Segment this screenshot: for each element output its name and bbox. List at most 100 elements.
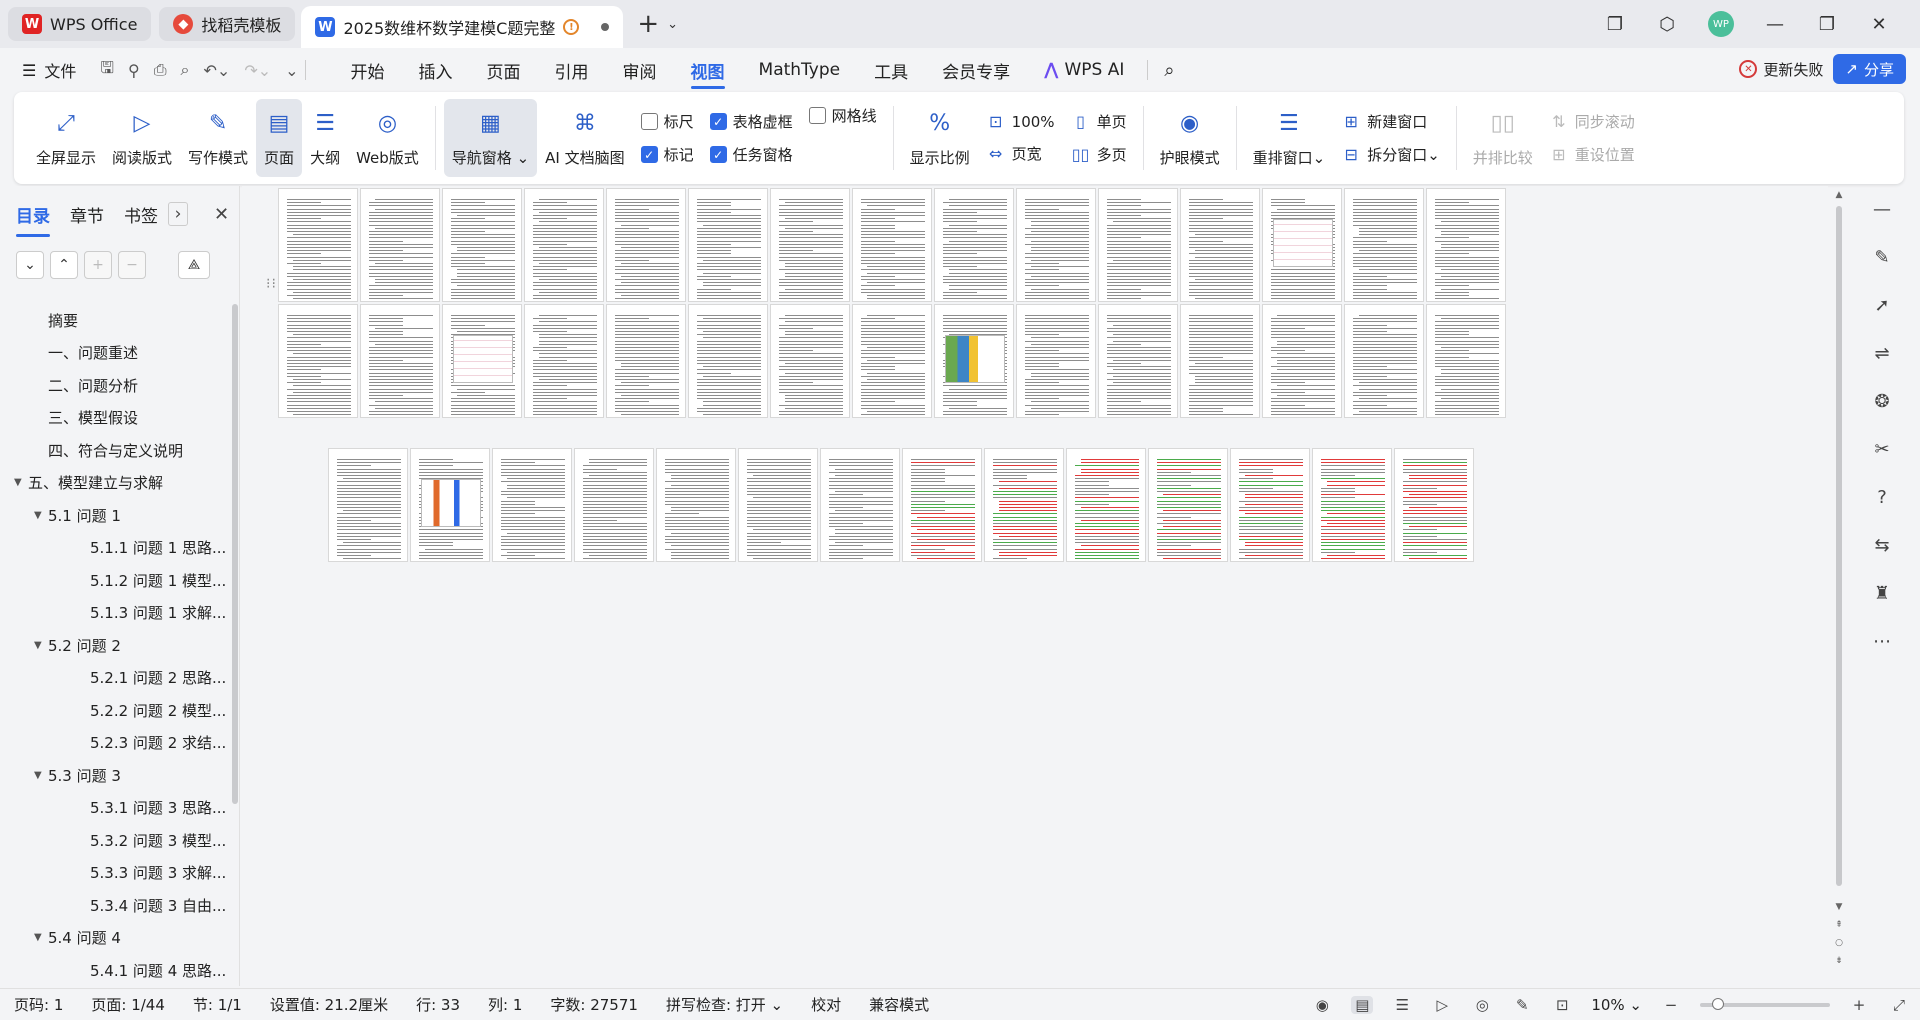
save-icon[interactable]: 🖫	[100, 57, 114, 84]
caret-down-icon[interactable]: ▼	[34, 510, 48, 521]
status-page-count[interactable]: 页面: 1/44	[77, 994, 179, 1015]
gridlines-checkbox[interactable]: 网格线	[808, 105, 877, 126]
page-thumbnail[interactable]	[1180, 304, 1260, 418]
page-thumbnail[interactable]	[688, 304, 768, 418]
fit-page-icon[interactable]: ⊡	[1551, 996, 1573, 1014]
toc-item[interactable]: 5.3.4 问题 3 自由...	[0, 889, 234, 922]
menu-tab[interactable]: 视图	[674, 48, 742, 92]
toc-item[interactable]: 三、模型假设	[0, 402, 234, 435]
page-thumbnail[interactable]	[1016, 304, 1096, 418]
scroll-thumb[interactable]	[1836, 206, 1842, 886]
page-thumbnail[interactable]	[278, 188, 358, 302]
drag-handle-icon[interactable]: ⁝⁝	[266, 277, 278, 291]
search-icon[interactable]: ⌕	[1164, 60, 1174, 81]
toc-item[interactable]: 5.3.2 问题 3 模型...	[0, 824, 234, 857]
page-thumbnail[interactable]	[1394, 448, 1474, 562]
toc-item[interactable]: 5.4.1 问题 4 思路...	[0, 954, 234, 987]
minimize-icon[interactable]: —	[1764, 14, 1786, 35]
page-thumbnail[interactable]	[410, 448, 490, 562]
page-thumbnail[interactable]	[328, 448, 408, 562]
menu-tab[interactable]: 引用	[538, 48, 606, 92]
share-button[interactable]: ↗ 分享	[1833, 54, 1906, 84]
page-thumbnail[interactable]	[738, 448, 818, 562]
menu-tab[interactable]: 页面	[470, 48, 538, 92]
edit-pen-icon[interactable]: ✎	[1869, 244, 1895, 270]
page-thumbnail[interactable]	[902, 448, 982, 562]
menu-tab[interactable]: 工具	[857, 48, 925, 92]
page-thumbnail[interactable]	[1066, 448, 1146, 562]
status-page-number[interactable]: 页码: 1	[0, 994, 77, 1015]
chevron-down-icon[interactable]: ⌄	[667, 17, 678, 32]
file-menu[interactable]: ☰ 文件	[22, 58, 76, 82]
toc-item[interactable]: 5.3.1 问题 3 思路...	[0, 792, 234, 825]
warning-icon[interactable]: !	[563, 19, 580, 35]
toc-item[interactable]: ▼ 5.1 问题 1	[0, 499, 234, 532]
tab-daoke-templates[interactable]: ◆ 找稻壳模板	[159, 7, 296, 41]
status-row[interactable]: 行: 33	[402, 994, 474, 1015]
collapse-up-icon[interactable]: ⌃	[50, 251, 78, 279]
toc-item[interactable]: ▼ 五、模型建立与求解	[0, 467, 234, 500]
caret-down-icon[interactable]: ▼	[34, 770, 48, 781]
page-thumbnail[interactable]	[1098, 304, 1178, 418]
tools-icon[interactable]: ✂	[1869, 436, 1895, 462]
toc-item[interactable]: 摘要	[0, 304, 234, 337]
page-thumbnail[interactable]	[574, 448, 654, 562]
caret-down-icon[interactable]: ▼	[14, 477, 28, 488]
caret-down-icon[interactable]: ▼	[34, 932, 48, 943]
read-mode-button[interactable]: ▷ 阅读版式	[104, 99, 180, 177]
sync-scroll-button[interactable]: ⇅ 同步滚动	[1549, 111, 1635, 132]
single-page-button[interactable]: ▯ 单页	[1071, 111, 1126, 132]
page-thumbnail[interactable]	[934, 188, 1014, 302]
play-icon[interactable]: ▷	[1431, 996, 1453, 1014]
menu-tab[interactable]: MathType	[742, 48, 858, 92]
document-canvas[interactable]: ⁝⁝	[242, 186, 1828, 986]
page-thumbnail[interactable]	[984, 448, 1064, 562]
zoom-100-button[interactable]: ⊡ 100%	[986, 112, 1055, 131]
toc-item[interactable]: 四、符合与定义说明	[0, 434, 234, 467]
add-heading-icon[interactable]: +	[84, 251, 112, 279]
page-view-button[interactable]: ▤ 页面	[256, 99, 303, 177]
print-icon[interactable]: ⎙	[154, 60, 167, 80]
toc-item[interactable]: 二、问题分析	[0, 369, 234, 402]
marks-checkbox[interactable]: ✓ 标记	[640, 144, 694, 165]
page-thumbnail[interactable]	[852, 304, 932, 418]
zoom-slider[interactable]	[1700, 998, 1830, 1010]
page-thumbnail[interactable]	[1312, 448, 1392, 562]
page-thumbnail[interactable]	[1262, 188, 1342, 302]
menu-tab[interactable]: 开始	[334, 48, 402, 92]
page-thumbnail[interactable]	[1344, 188, 1424, 302]
fullscreen-button[interactable]: ⤢ 全屏显示	[28, 99, 104, 177]
ai-mindmap-button[interactable]: ⌘ AI 文档脑图	[537, 99, 632, 177]
prev-page-icon[interactable]: ⇞	[1832, 920, 1846, 930]
status-spell-check[interactable]: 拼写检查: 打开 ⌄	[652, 994, 797, 1015]
page-thumbnail[interactable]	[442, 304, 522, 418]
zoom-value[interactable]: 10% ⌄	[1591, 996, 1642, 1014]
print-preview-icon[interactable]: ⌕	[181, 60, 190, 80]
page-thumbnail[interactable]	[852, 188, 932, 302]
toc-item[interactable]: ▼ 5.3 问题 3	[0, 759, 234, 792]
page-thumbnail[interactable]	[606, 304, 686, 418]
toc-item[interactable]: 5.2.2 问题 2 模型...	[0, 694, 234, 727]
web-status-icon[interactable]: ◎	[1471, 996, 1493, 1014]
toc-item[interactable]: 5.1.3 问题 1 求解...	[0, 597, 234, 630]
page-thumbnail[interactable]	[770, 188, 850, 302]
fullscreen-status-icon[interactable]: ⤢	[1888, 996, 1910, 1014]
web-layout-button[interactable]: ◎ Web版式	[348, 99, 427, 177]
page-thumbnail[interactable]	[770, 304, 850, 418]
page-thumbnail[interactable]	[1148, 448, 1228, 562]
more-chevron-icon[interactable]: ⌄	[285, 61, 298, 80]
zoom-in-icon[interactable]: +	[1848, 996, 1870, 1014]
status-word-count[interactable]: 字数: 27571	[536, 994, 652, 1015]
toc-item[interactable]: 5.2.3 问题 2 求结...	[0, 727, 234, 760]
toc-item[interactable]: 一、问题重述	[0, 337, 234, 370]
smart-toc-icon[interactable]: ⟁	[178, 251, 210, 279]
zoom-out-icon[interactable]: −	[1660, 996, 1682, 1014]
page-thumbnail[interactable]	[1230, 448, 1310, 562]
page-thumbnail[interactable]	[442, 188, 522, 302]
page-thumbnail[interactable]	[492, 448, 572, 562]
zoom-slider-knob[interactable]	[1711, 998, 1724, 1010]
page-thumbnail[interactable]	[688, 188, 768, 302]
shirt-icon[interactable]: ♜	[1869, 580, 1895, 606]
zoom-button[interactable]: % 显示比例	[902, 99, 978, 177]
close-icon[interactable]: ✕	[1868, 14, 1890, 35]
